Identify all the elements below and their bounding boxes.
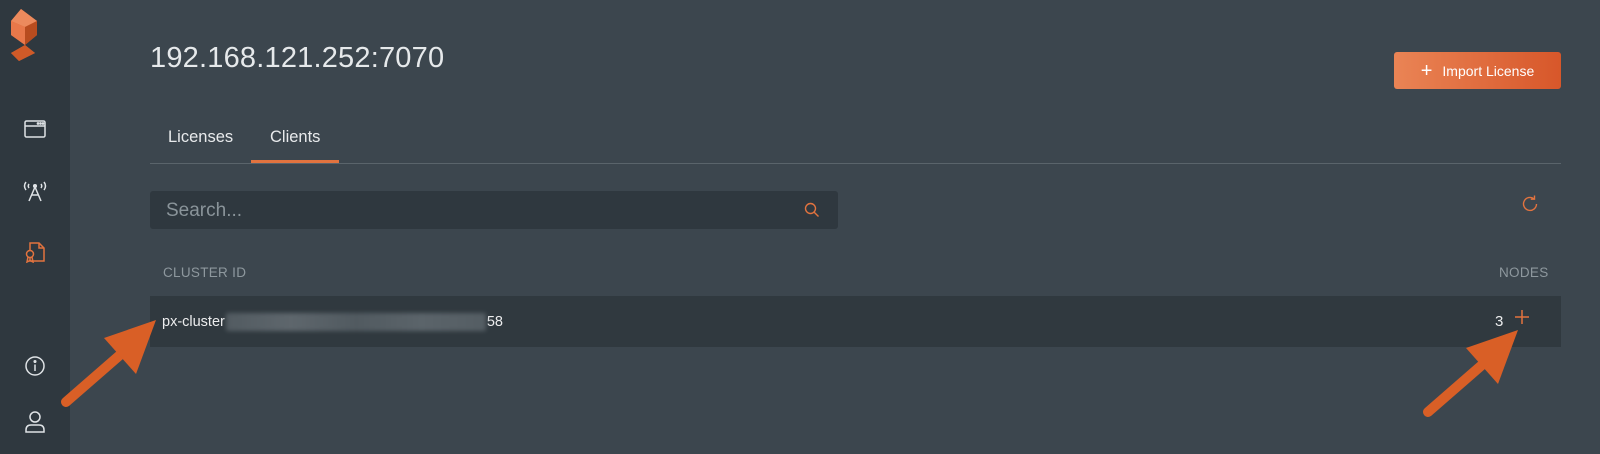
annotation-arrow-left [61,320,156,407]
portworx-logo[interactable] [11,9,45,63]
sidebar-item-user[interactable] [0,404,70,444]
sidebar-item-licenses[interactable] [0,234,70,274]
active-tab-indicator [251,160,339,163]
tab-bar: Licenses Clients [150,118,1561,164]
search-input[interactable] [164,191,778,231]
cluster-id: px-cluster 58 [162,313,503,331]
column-header-cluster-id: CLUSTER ID [163,265,247,280]
info-icon [24,355,46,382]
import-license-label: Import License [1442,62,1535,79]
tab-clients[interactable]: Clients [270,128,320,147]
search-box [150,191,838,231]
cluster-id-suffix: 58 [486,314,503,330]
sidebar-item-browser[interactable] [0,111,70,151]
sidebar-item-antenna[interactable] [0,173,70,213]
page-title: 192.168.121.252:7070 [150,42,445,74]
browser-window-icon [24,119,46,143]
import-license-button[interactable]: + Import License [1394,52,1561,89]
refresh-icon[interactable] [1520,194,1540,219]
antenna-icon [22,180,48,207]
license-document-icon [24,241,46,268]
user-icon [24,410,46,439]
search-icon[interactable] [804,202,820,223]
plus-icon: + [1420,59,1433,82]
table-row[interactable]: px-cluster 58 3 [150,296,1561,347]
redacted-cluster-id [225,313,486,331]
cluster-id-prefix: px-cluster [162,314,225,330]
annotation-arrow-right [1423,330,1518,417]
tab-licenses[interactable]: Licenses [168,128,233,147]
column-header-nodes: NODES [1499,265,1549,280]
